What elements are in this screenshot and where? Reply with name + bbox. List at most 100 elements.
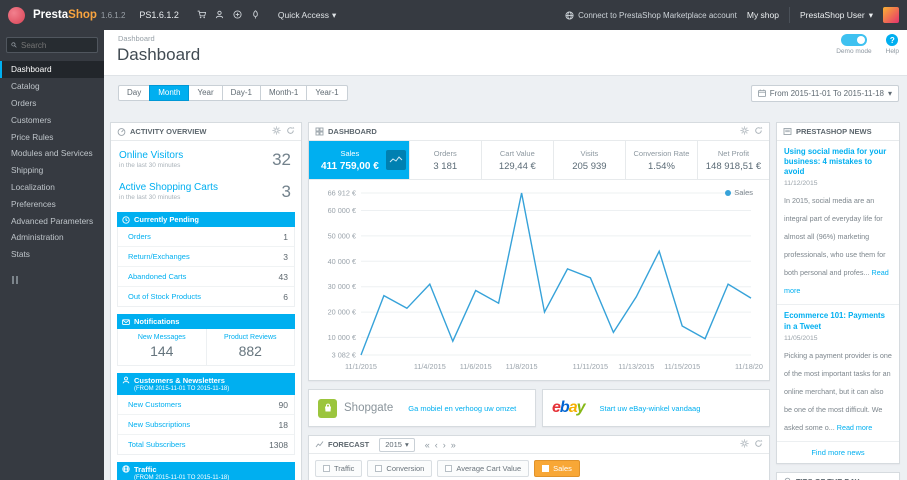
- svg-text:11/11/2015: 11/11/2015: [573, 362, 608, 371]
- sidebar-item-price-rules[interactable]: Price Rules: [0, 128, 104, 145]
- my-shop-link[interactable]: My shop: [747, 10, 779, 20]
- kpi-net-profit[interactable]: Net Profit 148 918,51 €: [698, 141, 769, 179]
- filter-month-button[interactable]: Month: [149, 85, 190, 101]
- refresh-icon[interactable]: [754, 126, 763, 137]
- sidebar-item-customers[interactable]: Customers: [0, 111, 104, 128]
- row-label: Abandoned Carts: [128, 272, 187, 281]
- prev-page-icon[interactable]: ‹: [435, 440, 438, 450]
- kpi-value: 1.54%: [647, 160, 675, 172]
- chart-legend[interactable]: Sales: [725, 188, 753, 197]
- avatar[interactable]: [883, 7, 899, 23]
- sidebar-collapse-button[interactable]: [12, 275, 104, 284]
- sidebar-search[interactable]: [6, 37, 98, 53]
- new-messages-cell[interactable]: New Messages 144: [118, 329, 206, 365]
- row-label: Return/Exchanges: [128, 252, 190, 261]
- help-icon[interactable]: ?: [886, 34, 899, 46]
- kpi-orders[interactable]: Orders 3 181: [410, 141, 482, 179]
- gear-icon[interactable]: [272, 126, 281, 137]
- demo-mode-toggle[interactable]: [840, 34, 867, 46]
- brand-shop: Shop: [68, 9, 97, 21]
- chevron-down-icon: ▾: [868, 9, 873, 20]
- total-subscribers-row[interactable]: Total Subscribers 1308: [118, 435, 294, 454]
- sidebar-item-administration[interactable]: Administration: [0, 229, 104, 246]
- kpi-trend-box[interactable]: [385, 150, 406, 170]
- kpi-conversion-rate[interactable]: Conversion Rate 1.54%: [626, 141, 698, 179]
- marketplace-connect-label: Connect to PrestaShop Marketplace accoun…: [578, 10, 737, 20]
- read-more-link[interactable]: Read more: [837, 423, 873, 432]
- ebay-link[interactable]: Start uw eBay-winkel vandaag: [600, 404, 701, 413]
- date-range-label: From 2015-11-01 To 2015-11-18: [769, 88, 884, 98]
- breadcrumb[interactable]: Dashboard: [118, 34, 155, 43]
- filter-month-1-button[interactable]: Month-1: [259, 85, 308, 101]
- globe-icon: [122, 465, 130, 473]
- first-page-icon[interactable]: «: [425, 440, 430, 450]
- svg-text:11/13/2015: 11/13/2015: [618, 362, 654, 371]
- legend-sales[interactable]: Sales: [534, 460, 580, 477]
- cell-label: New Messages: [137, 334, 186, 341]
- sidebar-item-stats[interactable]: Stats: [0, 246, 104, 263]
- gear-icon[interactable]: [740, 126, 749, 137]
- shopgate-link[interactable]: Ga mobiel en verhoog uw omzet: [408, 404, 516, 413]
- brand-wordmark[interactable]: PrestaShop: [33, 9, 97, 21]
- next-page-icon[interactable]: ›: [443, 440, 446, 450]
- find-more-news-link[interactable]: Find more news: [777, 442, 899, 463]
- pending-row-abandoned-carts[interactable]: Abandoned Carts 43: [118, 267, 294, 287]
- rocket-icon[interactable]: [251, 6, 260, 24]
- search-input[interactable]: [21, 40, 93, 50]
- article-headline-link[interactable]: Using social media for your business: 4 …: [784, 147, 892, 177]
- legend-conversion[interactable]: Conversion: [367, 460, 433, 477]
- gear-icon[interactable]: [740, 439, 749, 450]
- online-visitors-metric[interactable]: Online Visitors in the last 30 minutes 3…: [111, 141, 301, 173]
- sidebar-item-advanced-parameters[interactable]: Advanced Parameters: [0, 212, 104, 229]
- shopgate-promo[interactable]: Shopgate Ga mobiel en verhoog uw omzet: [308, 389, 536, 427]
- row-value: 18: [278, 419, 288, 430]
- filter-day-1-button[interactable]: Day-1: [221, 85, 261, 101]
- pending-row-returns[interactable]: Return/Exchanges 3: [118, 247, 294, 267]
- kpi-value: 148 918,51 €: [705, 160, 762, 172]
- last-page-icon[interactable]: »: [451, 440, 456, 450]
- pending-row-orders[interactable]: Orders 1: [118, 227, 294, 247]
- shop-name[interactable]: PS1.6.1.2: [139, 10, 179, 20]
- user-menu[interactable]: PrestaShop User ▾: [800, 10, 873, 21]
- article-headline-link[interactable]: Ecommerce 101: Payments in a Tweet: [784, 311, 892, 331]
- date-range-picker[interactable]: From 2015-11-01 To 2015-11-18 ▾: [750, 84, 899, 102]
- legend-traffic[interactable]: Traffic: [315, 460, 363, 477]
- customers-newsletters-header: Customers & Newsletters (FROM 2015-11-01 …: [117, 373, 295, 395]
- cart-icon[interactable]: [197, 6, 207, 24]
- tips-of-the-day-panel: TIPS OF THE DAY Geef je Sales in het bui…: [776, 471, 900, 480]
- new-customers-row[interactable]: New Customers 90: [118, 395, 294, 415]
- sidebar-item-dashboard[interactable]: Dashboard: [0, 61, 104, 78]
- globe-icon: [565, 10, 574, 20]
- legend-average-cart-value[interactable]: Average Cart Value: [437, 460, 530, 477]
- metric-value: 32: [272, 150, 291, 169]
- ebay-promo[interactable]: ebay Start uw eBay-winkel vandaag: [542, 389, 770, 427]
- sidebar-item-orders[interactable]: Orders: [0, 95, 104, 112]
- kpi-sales[interactable]: Sales 411 759,00 €: [309, 141, 410, 179]
- new-subscriptions-row[interactable]: New Subscriptions 18: [118, 415, 294, 435]
- filter-year-1-button[interactable]: Year-1: [306, 85, 348, 101]
- customer-icon[interactable]: [215, 6, 224, 24]
- filter-day-button[interactable]: Day: [118, 85, 151, 101]
- marketplace-connect-link[interactable]: Connect to PrestaShop Marketplace accoun…: [565, 11, 737, 20]
- currently-pending-header: Currently Pending: [117, 212, 295, 227]
- refresh-icon[interactable]: [286, 126, 295, 137]
- prestashop-logo-icon[interactable]: [8, 6, 25, 24]
- sidebar-item-catalog[interactable]: Catalog: [0, 78, 104, 95]
- product-reviews-cell[interactable]: Product Reviews 882: [205, 329, 295, 365]
- sidebar-item-modules[interactable]: Modules and Services: [0, 145, 104, 162]
- filter-year-button[interactable]: Year: [188, 85, 223, 101]
- sidebar-item-shipping[interactable]: Shipping: [0, 162, 104, 179]
- sidebar-item-localization[interactable]: Localization: [0, 179, 104, 196]
- sidebar-item-preferences[interactable]: Preferences: [0, 195, 104, 212]
- refresh-icon[interactable]: [754, 439, 763, 450]
- quick-access-menu[interactable]: Quick Access ▾: [278, 10, 336, 21]
- add-icon[interactable]: [233, 6, 242, 24]
- year-select[interactable]: 2015 ▾: [379, 437, 415, 452]
- active-carts-metric[interactable]: Active Shopping Carts in the last 30 min…: [111, 173, 301, 205]
- chevron-down-icon: ▾: [404, 440, 409, 449]
- kpi-cart-value[interactable]: Cart Value 129,44 €: [482, 141, 554, 179]
- kpi-visits[interactable]: Visits 205 939: [554, 141, 626, 179]
- notifications-grid: New Messages 144 Product Reviews 882: [117, 329, 295, 366]
- right-column: PRESTASHOP NEWS Using social media for y…: [776, 122, 900, 480]
- pending-row-out-of-stock[interactable]: Out of Stock Products 6: [118, 287, 294, 306]
